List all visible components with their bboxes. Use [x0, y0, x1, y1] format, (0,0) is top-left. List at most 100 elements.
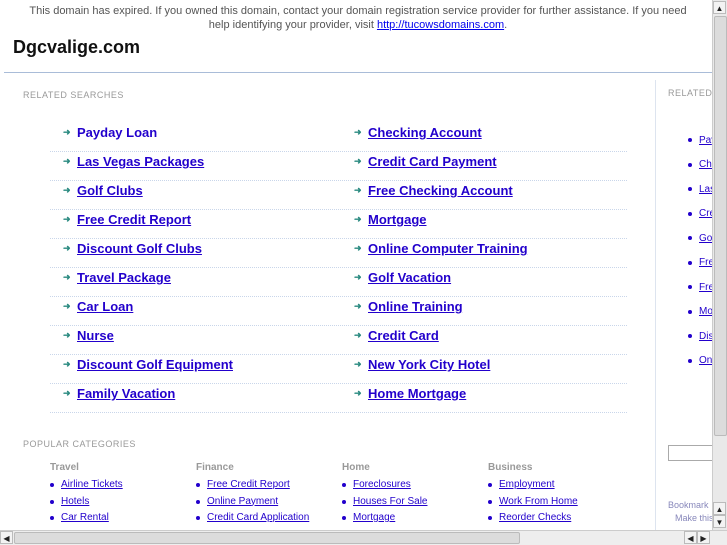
related-search-link[interactable]: Las Vegas Packages: [77, 154, 204, 169]
horizontal-scroll-thumb[interactable]: [14, 532, 520, 544]
sidebar-search-input[interactable]: [668, 445, 712, 461]
sidebar-link[interactable]: Payday Loan: [699, 135, 712, 146]
sidebar-item: Discount Golf Clubs: [668, 324, 712, 349]
related-search-link[interactable]: Travel Package: [77, 270, 171, 285]
category-link[interactable]: Mortgage: [353, 510, 395, 527]
related-search-link[interactable]: Discount Golf Equipment: [77, 357, 233, 372]
category-link[interactable]: Foreclosures: [353, 477, 411, 494]
category-link[interactable]: Houses For Sale: [353, 494, 427, 511]
related-row: ➜ Free Credit Report ➜ Mortgage: [50, 210, 627, 239]
related-search-item: ➜ Travel Package: [63, 270, 171, 285]
sidebar-link[interactable]: Credit Card Payment: [699, 208, 712, 219]
related-search-link[interactable]: Free Credit Report: [77, 212, 191, 227]
arrow-icon: ➜: [354, 359, 362, 369]
category-title: Home: [342, 462, 370, 473]
sidebar-link[interactable]: Free Credit Report: [699, 257, 712, 268]
related-search-link[interactable]: Credit Card Payment: [368, 154, 497, 169]
arrow-icon: ➜: [63, 214, 71, 224]
category-link[interactable]: Free Credit Report: [207, 477, 290, 494]
related-search-link[interactable]: Golf Vacation: [368, 270, 451, 285]
arrow-icon: ➜: [63, 243, 71, 253]
related-row: ➜ Car Loan ➜ Online Training: [50, 297, 627, 326]
tucows-link[interactable]: http://tucowsdomains.com: [377, 19, 504, 31]
category-item: Reorder Checks: [488, 510, 634, 527]
category-link[interactable]: Employment: [499, 477, 555, 494]
category-item: Free Credit Report: [196, 477, 342, 494]
related-search-link[interactable]: New York City Hotel: [368, 357, 490, 372]
category-link[interactable]: Work From Home: [499, 494, 578, 511]
notice-text: This domain has expired. If you owned th…: [29, 5, 687, 31]
make-homepage-link[interactable]: Make this: [668, 512, 712, 525]
related-search-item: ➜ Las Vegas Packages: [63, 154, 204, 169]
category-link[interactable]: Online Payment: [207, 494, 278, 511]
related-search-item: ➜ Discount Golf Equipment: [63, 357, 233, 372]
category-link[interactable]: Reorder Checks: [499, 510, 571, 527]
related-search-item: ➜ New York City Hotel: [354, 357, 490, 372]
scroll-down-icon[interactable]: ▼: [713, 515, 726, 528]
category-title: Finance: [196, 462, 234, 473]
related-search-item: ➜ Free Checking Account: [354, 183, 513, 198]
category-item: Houses For Sale: [342, 494, 488, 511]
related-search-item: ➜ Home Mortgage: [354, 386, 466, 401]
category-group: Business Employment Work From Home Reorder …: [488, 462, 634, 527]
vertical-scrollbar[interactable]: ▲ ▲ ▼: [712, 0, 727, 530]
scroll-left-icon[interactable]: ◀: [684, 531, 697, 544]
sidebar-link[interactable]: Mortgage: [699, 306, 712, 317]
scroll-up-icon[interactable]: ▲: [713, 1, 726, 14]
category-item: Work From Home: [488, 494, 634, 511]
sidebar-link[interactable]: Las Vegas Packages: [699, 184, 712, 195]
sidebar-link[interactable]: Checking Account: [699, 159, 712, 170]
related-search-item: ➜ Online Training: [354, 299, 463, 314]
related-search-link[interactable]: Credit Card: [368, 328, 439, 343]
sidebar-link[interactable]: Discount Golf Clubs: [699, 331, 712, 342]
arrow-icon: ➜: [63, 330, 71, 340]
related-search-link[interactable]: Online Computer Training: [368, 241, 528, 256]
related-search-link[interactable]: Discount Golf Clubs: [77, 241, 202, 256]
related-search-link[interactable]: Online Training: [368, 299, 463, 314]
related-search-link[interactable]: Mortgage: [368, 212, 427, 227]
column-divider: [655, 80, 656, 540]
sidebar-item: Payday Loan: [668, 128, 712, 153]
related-search-link[interactable]: Nurse: [77, 328, 114, 343]
bookmark-link[interactable]: Bookmark: [668, 499, 712, 512]
related-search-item: ➜ Credit Card Payment: [354, 154, 497, 169]
sidebar-link[interactable]: Free Checking Account: [699, 282, 712, 293]
related-search-item: ➜ Online Computer Training: [354, 241, 528, 256]
scroll-up-icon[interactable]: ▲: [713, 502, 726, 515]
arrow-icon: ➜: [354, 127, 362, 137]
related-search-link[interactable]: Payday Loan: [77, 125, 157, 140]
category-link[interactable]: Credit Card Application: [207, 510, 309, 527]
arrow-icon: ➜: [354, 301, 362, 311]
horizontal-scrollbar[interactable]: ◀ ◀ ▶: [0, 530, 727, 545]
expired-notice: This domain has expired. If you owned th…: [18, 4, 698, 32]
popular-categories: Travel Airline Tickets Hotels Car Rental Fin…: [50, 462, 634, 527]
sidebar-item: Free Checking Account: [668, 275, 712, 300]
arrow-icon: ➜: [354, 330, 362, 340]
related-search-item: ➜ Discount Golf Clubs: [63, 241, 202, 256]
sidebar-link[interactable]: Online Computer Training: [699, 355, 712, 366]
related-row: ➜ Discount Golf Clubs ➜ Online Computer Tra…: [50, 239, 627, 268]
related-search-link[interactable]: Family Vacation: [77, 386, 175, 401]
scroll-right-icon[interactable]: ▶: [697, 531, 710, 544]
related-search-link[interactable]: Home Mortgage: [368, 386, 466, 401]
category-link[interactable]: Airline Tickets: [61, 477, 123, 494]
category-item: Foreclosures: [342, 477, 488, 494]
scroll-left-icon[interactable]: ◀: [0, 531, 13, 544]
related-search-link[interactable]: Car Loan: [77, 299, 133, 314]
vertical-scroll-thumb[interactable]: [714, 16, 727, 436]
related-row: ➜ Payday Loan ➜ Checking Account: [50, 123, 627, 152]
related-row: ➜ Family Vacation ➜ Home Mortgage: [50, 384, 627, 413]
related-search-link[interactable]: Checking Account: [368, 125, 482, 140]
sidebar-item: Online Computer Training: [668, 349, 712, 374]
category-link[interactable]: Hotels: [61, 494, 89, 511]
category-item: Employment: [488, 477, 634, 494]
arrow-icon: ➜: [63, 127, 71, 137]
related-search-link[interactable]: Free Checking Account: [368, 183, 513, 198]
related-search-item: ➜ Credit Card: [354, 328, 439, 343]
related-search-item: ➜ Golf Clubs: [63, 183, 143, 198]
related-row: ➜ Travel Package ➜ Golf Vacation: [50, 268, 627, 297]
category-link[interactable]: Car Rental: [61, 510, 109, 527]
sidebar-link[interactable]: Golf Clubs: [699, 233, 712, 244]
related-search-link[interactable]: Golf Clubs: [77, 183, 143, 198]
arrow-icon: ➜: [63, 185, 71, 195]
